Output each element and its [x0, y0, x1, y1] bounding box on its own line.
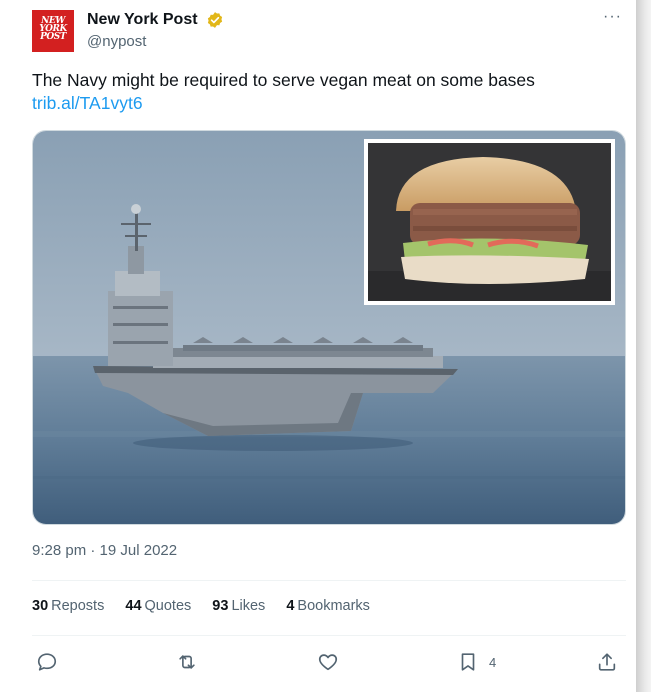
tweet-media[interactable]	[32, 130, 626, 525]
share-button[interactable]	[596, 650, 618, 674]
reposts-label: Reposts	[51, 598, 105, 614]
window-edge-shadow	[636, 0, 651, 692]
likes-stat[interactable]: 93 Likes	[212, 598, 265, 614]
reposts-count: 30	[32, 598, 49, 614]
bookmarks-stat[interactable]: 4 Bookmarks	[286, 598, 370, 614]
tweet-text: The Navy might be required to serve vega…	[32, 70, 535, 90]
avatar-line: POST	[40, 32, 66, 42]
like-button[interactable]	[317, 650, 339, 674]
reply-button[interactable]	[36, 650, 58, 674]
reposts-stat[interactable]: 30 Reposts	[32, 598, 104, 614]
repost-icon	[179, 655, 195, 669]
bookmarks-count: 4	[286, 598, 295, 614]
likes-label: Likes	[231, 598, 266, 614]
tweet-header: NEW YORK POST New York Post @nypost ···	[32, 8, 632, 54]
divider	[32, 580, 626, 581]
quotes-count: 44	[125, 598, 142, 614]
tweet-timestamp[interactable]: 9:28 pm · 19 Jul 2022	[32, 542, 177, 559]
share-icon	[598, 653, 616, 671]
divider	[32, 635, 626, 636]
repost-button[interactable]	[176, 650, 198, 674]
tweet-card: NEW YORK POST New York Post @nypost ··· …	[0, 0, 636, 692]
tweet-link[interactable]: trib.al/TA1vyt6	[32, 93, 143, 114]
quotes-stat[interactable]: 44 Quotes	[125, 598, 191, 614]
heart-icon	[318, 654, 338, 671]
verified-badge-icon	[207, 12, 223, 28]
more-options-button[interactable]: ···	[603, 8, 622, 26]
bookmark-count: 4	[489, 654, 497, 670]
burger-inset	[364, 139, 615, 305]
bookmark-icon	[461, 653, 475, 671]
display-name-row: New York Post	[87, 11, 224, 29]
reply-icon	[37, 653, 57, 671]
bookmarks-label: Bookmarks	[297, 598, 370, 614]
tweet-actions: 4	[32, 650, 626, 674]
media-image	[33, 131, 625, 524]
display-name[interactable]: New York Post	[87, 11, 198, 29]
handle[interactable]: @nypost	[87, 33, 146, 50]
bookmark-button[interactable]: 4	[457, 650, 496, 674]
tweet-stats: 30 Reposts 44 Quotes 93 Likes 4 Bookmarks	[32, 598, 387, 614]
avatar[interactable]: NEW YORK POST	[32, 10, 74, 52]
likes-count: 93	[212, 598, 229, 614]
quotes-label: Quotes	[144, 598, 192, 614]
